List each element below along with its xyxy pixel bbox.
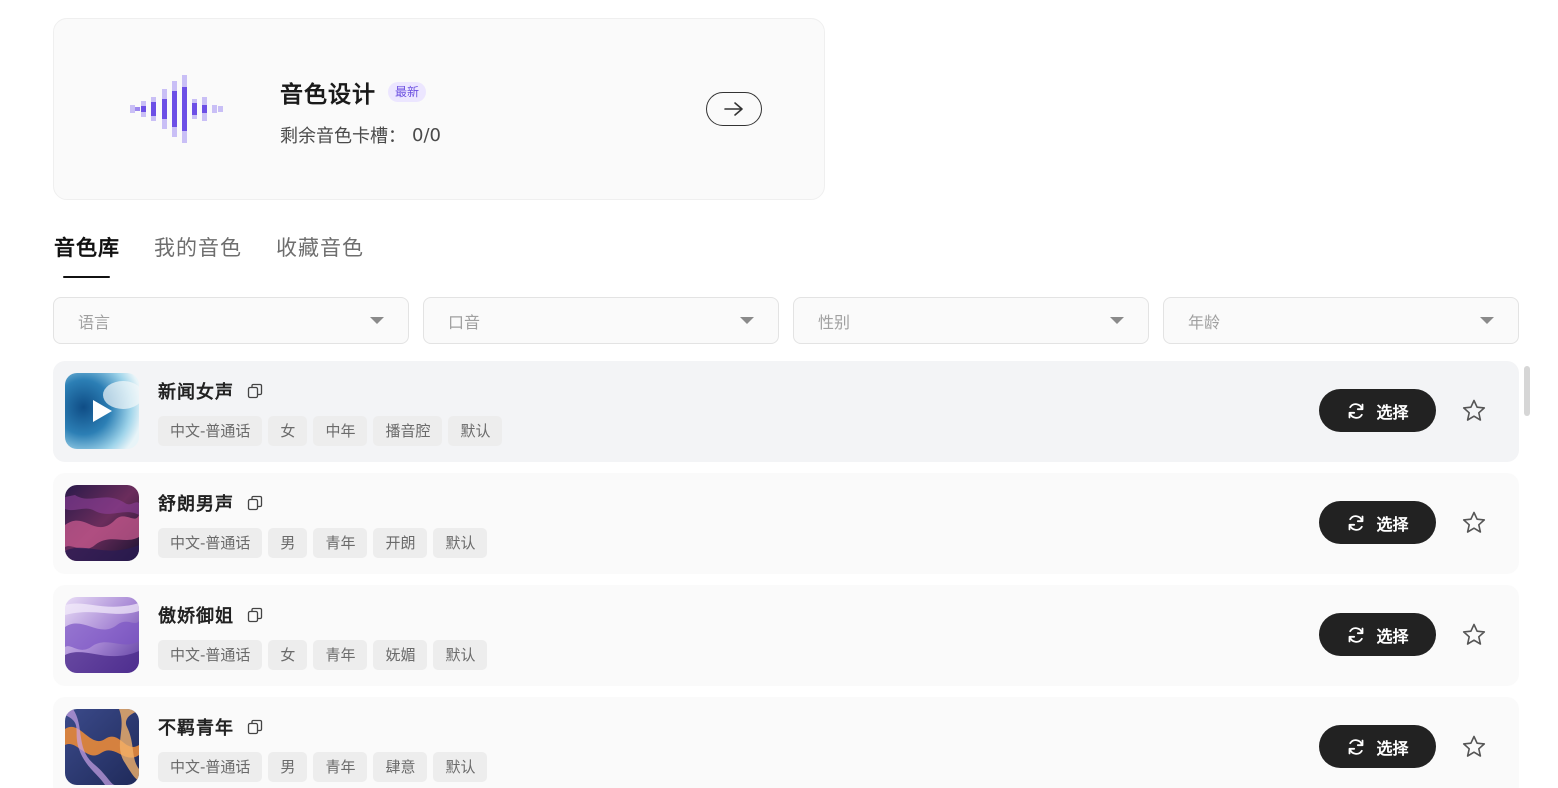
tag-gender: 男 — [268, 528, 308, 558]
slots-label: 剩余音色卡槽： — [280, 126, 406, 147]
voice-cover[interactable] — [65, 597, 139, 673]
voice-name: 舒朗男声 — [158, 494, 234, 515]
voice-tabs: 音色库 我的音色 收藏音色 — [54, 232, 364, 278]
tab-voice-library[interactable]: 音色库 — [54, 232, 120, 278]
select-label: 选择 — [1376, 740, 1409, 758]
select-voice-button[interactable]: 选择 — [1319, 389, 1436, 432]
voice-design-card[interactable]: 音色设计 最新 剩余音色卡槽： 0/0 — [53, 18, 825, 200]
tag-language: 中文-普通话 — [158, 752, 263, 782]
filter-bar: 语言 口音 性别 年龄 — [53, 297, 1519, 344]
copy-icon[interactable] — [247, 383, 263, 399]
copy-icon[interactable] — [247, 495, 263, 511]
tab-favorite-voices[interactable]: 收藏音色 — [276, 232, 364, 278]
tag-style: 开朗 — [373, 528, 428, 558]
tag-age: 青年 — [313, 528, 368, 558]
remaining-slots: 剩余音色卡槽： 0/0 — [280, 122, 441, 148]
tag-language: 中文-普通话 — [158, 528, 263, 558]
voice-tags: 中文-普通话 女 中年 播音腔 默认 — [158, 416, 503, 446]
refresh-icon — [1349, 626, 1364, 643]
accent-filter-label: 口音 — [448, 312, 481, 332]
tag-gender: 女 — [268, 416, 308, 446]
refresh-icon — [1349, 514, 1364, 531]
accent-filter[interactable]: 口音 — [423, 297, 779, 344]
refresh-icon — [1349, 402, 1364, 419]
copy-icon[interactable] — [247, 607, 263, 623]
voice-name: 新闻女声 — [158, 382, 234, 403]
tag-style: 播音腔 — [373, 416, 443, 446]
gender-filter-label: 性别 — [818, 312, 851, 332]
arrow-right-icon — [724, 102, 743, 116]
tag-default: 默认 — [448, 416, 503, 446]
chevron-down-icon — [740, 317, 754, 324]
age-filter[interactable]: 年龄 — [1163, 297, 1519, 344]
tag-age: 青年 — [313, 752, 368, 782]
tag-age: 青年 — [313, 640, 368, 670]
voice-list: 新闻女声 中文-普通话 女 中年 播音腔 默认 选择 舒朗男声 中文-普通话 男… — [53, 361, 1519, 788]
select-voice-button[interactable]: 选择 — [1319, 725, 1436, 768]
voice-name-row: 新闻女声 — [158, 378, 263, 404]
chevron-down-icon — [1480, 317, 1494, 324]
voice-name-row: 傲娇御姐 — [158, 602, 263, 628]
star-icon[interactable] — [1461, 734, 1487, 760]
slots-value: 0/0 — [412, 124, 441, 146]
play-icon[interactable] — [65, 373, 139, 449]
voice-row[interactable]: 新闻女声 中文-普通话 女 中年 播音腔 默认 选择 — [53, 361, 1519, 462]
design-title-row: 音色设计 最新 — [280, 75, 427, 109]
tag-default: 默认 — [433, 528, 488, 558]
select-label: 选择 — [1376, 516, 1409, 534]
cover-art — [65, 485, 139, 561]
select-voice-button[interactable]: 选择 — [1319, 613, 1436, 656]
tag-default: 默认 — [433, 752, 488, 782]
tag-style: 肆意 — [373, 752, 428, 782]
star-icon[interactable] — [1461, 510, 1487, 536]
tag-gender: 女 — [268, 640, 308, 670]
design-title: 音色设计 — [280, 82, 376, 108]
tag-age: 中年 — [313, 416, 368, 446]
voice-tags: 中文-普通话 女 青年 妩媚 默认 — [158, 640, 488, 670]
star-icon[interactable] — [1461, 398, 1487, 424]
tag-default: 默认 — [433, 640, 488, 670]
voice-tags: 中文-普通话 男 青年 肆意 默认 — [158, 752, 488, 782]
list-scrollbar[interactable] — [1524, 366, 1530, 416]
voice-cover[interactable] — [65, 709, 139, 785]
voice-name: 不羁青年 — [158, 718, 234, 739]
chevron-down-icon — [1110, 317, 1124, 324]
voice-cover[interactable] — [65, 485, 139, 561]
voice-row[interactable]: 傲娇御姐 中文-普通话 女 青年 妩媚 默认 选择 — [53, 585, 1519, 686]
refresh-icon — [1349, 738, 1364, 755]
copy-icon[interactable] — [247, 719, 263, 735]
chevron-down-icon — [370, 317, 384, 324]
star-icon[interactable] — [1461, 622, 1487, 648]
cover-art — [65, 597, 139, 673]
voice-cover[interactable] — [65, 373, 139, 449]
language-filter[interactable]: 语言 — [53, 297, 409, 344]
new-badge: 最新 — [388, 82, 427, 102]
voice-row[interactable]: 不羁青年 中文-普通话 男 青年 肆意 默认 选择 — [53, 697, 1519, 788]
sound-wave-icon — [130, 75, 223, 143]
voice-name: 傲娇御姐 — [158, 606, 234, 627]
voice-tags: 中文-普通话 男 青年 开朗 默认 — [158, 528, 488, 558]
tag-language: 中文-普通话 — [158, 416, 263, 446]
select-voice-button[interactable]: 选择 — [1319, 501, 1436, 544]
tag-style: 妩媚 — [373, 640, 428, 670]
cover-art — [65, 709, 139, 785]
tab-my-voices[interactable]: 我的音色 — [154, 232, 242, 278]
gender-filter[interactable]: 性别 — [793, 297, 1149, 344]
voice-row[interactable]: 舒朗男声 中文-普通话 男 青年 开朗 默认 选择 — [53, 473, 1519, 574]
voice-library-page: 音色设计 最新 剩余音色卡槽： 0/0 音色库 我的音色 收藏音色 语言 口音 … — [0, 0, 1558, 788]
language-filter-label: 语言 — [78, 312, 111, 332]
voice-name-row: 不羁青年 — [158, 714, 263, 740]
select-label: 选择 — [1376, 404, 1409, 422]
design-enter-button[interactable] — [706, 92, 762, 126]
age-filter-label: 年龄 — [1188, 312, 1221, 332]
tag-gender: 男 — [268, 752, 308, 782]
tag-language: 中文-普通话 — [158, 640, 263, 670]
select-label: 选择 — [1376, 628, 1409, 646]
voice-name-row: 舒朗男声 — [158, 490, 263, 516]
